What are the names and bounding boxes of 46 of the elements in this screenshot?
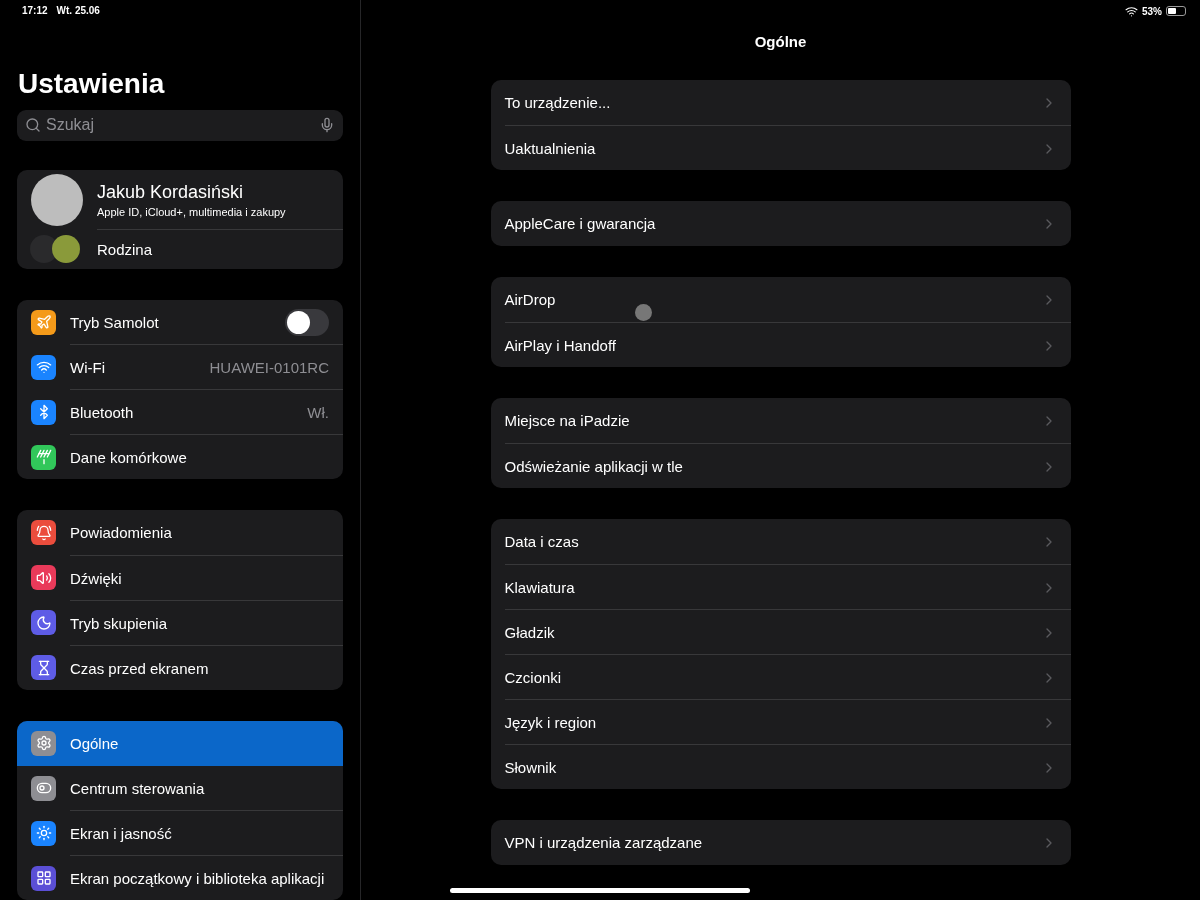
profile-name: Jakub Kordasiński: [97, 181, 245, 203]
page-title: Ogólne: [754, 33, 807, 52]
microphone-icon[interactable]: [319, 117, 335, 134]
settings-row[interactable]: Klawiatura: [490, 564, 1071, 609]
settings-row[interactable]: VPN i urządzenia zarządzane: [490, 820, 1071, 865]
sidebar-item[interactable]: Ekran początkowy i biblioteka aplikacji: [17, 855, 343, 900]
search-icon: [25, 117, 41, 134]
settings-row[interactable]: Język i region: [490, 699, 1071, 744]
settings-row[interactable]: Gładzik: [490, 609, 1071, 654]
search-bar[interactable]: Szukaj: [17, 109, 343, 141]
battery-icon: [1166, 6, 1186, 16]
settings-row[interactable]: Data i czas: [490, 519, 1071, 564]
settings-row[interactable]: AppleCare i gwarancja: [490, 201, 1071, 246]
settings-row[interactable]: AirDrop: [490, 277, 1071, 322]
sidebar-title: Ustawienia: [18, 66, 166, 101]
sidebar-item[interactable]: Dane komórkowe: [17, 434, 343, 480]
settings-row[interactable]: Słownik: [490, 744, 1071, 789]
item-value: Wł.: [307, 404, 329, 422]
family-label: Rodzina: [97, 241, 153, 259]
status-date: Wt. 25.06: [56, 5, 100, 17]
avatar-placeholder: [31, 173, 83, 226]
sidebar-item[interactable]: Wi-Fi HUAWEI-0101RC: [17, 344, 343, 390]
profile-subtitle: Apple ID, iCloud+, multimedia i zakupy: [97, 205, 286, 218]
sidebar-item[interactable]: Ekran i jasność: [17, 810, 343, 856]
avatar-placeholder: [52, 235, 80, 264]
settings-row[interactable]: To urządzenie...: [490, 80, 1071, 125]
wifi-icon: [1125, 4, 1138, 18]
settings-row[interactable]: Czcionki: [490, 654, 1071, 699]
settings-row[interactable]: Uaktualnienia: [490, 125, 1071, 170]
search-field[interactable]: Szukaj: [46, 116, 314, 135]
status-time: 17:12: [22, 5, 48, 17]
sidebar-item[interactable]: Tryb skupienia: [17, 600, 343, 646]
sidebar-item[interactable]: Dźwięki: [17, 555, 343, 601]
settings-row[interactable]: Odświeżanie aplikacji w tle: [490, 443, 1071, 488]
sidebar-item[interactable]: Powiadomienia: [17, 510, 343, 556]
toggle-switch[interactable]: [285, 308, 329, 336]
sidebar-item[interactable]: Tryb Samolot: [17, 299, 343, 345]
sidebar-item[interactable]: Bluetooth Wł.: [17, 389, 343, 435]
settings-row[interactable]: AirPlay i Handoff: [490, 322, 1071, 367]
sidebar-item[interactable]: Ogólne: [17, 720, 343, 766]
item-value: HUAWEI-0101RC: [209, 359, 329, 377]
settings-row[interactable]: Miejsce na iPadzie: [490, 398, 1071, 443]
sidebar-item[interactable]: Czas przed ekranem: [17, 645, 343, 690]
sidebar-item[interactable]: Centrum sterowania: [17, 765, 343, 811]
battery-percent: 53%: [1142, 5, 1162, 17]
profile-card[interactable]: Jakub Kordasiński Apple ID, iCloud+, multimedia i zakupy Rodzina: [17, 169, 343, 269]
